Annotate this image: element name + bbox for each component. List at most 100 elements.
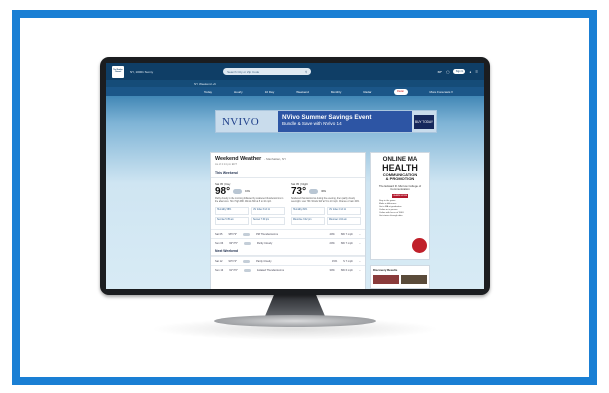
user-icon[interactable]: ● [469, 70, 471, 74]
forecast-row[interactable]: Sun 13 91°/76° Isolated Thunderstorms 30… [211, 265, 365, 274]
day-column: Sat 05 | Day 98° 10% Partly cloudy in the… [215, 182, 285, 225]
card-title: Weekend Weather [215, 156, 262, 162]
ad-subline: Bundle & Save with NVivo 14 [282, 121, 342, 126]
sidebar-ad-line4: & PROMOTION [385, 176, 415, 182]
ad-buy-label: BUY TODAY [414, 119, 433, 124]
detail-cell: UV Index 0 of 11 [327, 207, 361, 215]
discovery-thumbnails [373, 275, 427, 284]
row-temp: 93°/75° [229, 241, 238, 245]
cloudy-night-icon [309, 189, 319, 194]
site-logo[interactable]: The Weather Channel [112, 65, 124, 78]
location-label[interactable]: NY, 10001 Sunny [130, 70, 153, 74]
ad-logo: NVIVO [222, 115, 259, 128]
chevron-down-icon[interactable]: ⌄ [359, 260, 361, 263]
nav-monthly[interactable]: Monthly [331, 90, 342, 94]
detail-cell: Humidity 58% [215, 207, 249, 215]
weekend-weather-card: Weekend Weather - Manhattan, NY As of 2:… [210, 152, 366, 289]
precip-chance: 40% [321, 190, 326, 193]
forecast-nav: Today Hourly 10 Day Weekend Monthly Rada… [106, 87, 484, 96]
search-placeholder: Search City or Zip Code [227, 69, 260, 74]
row-condition: Partly Cloudy [256, 241, 273, 245]
precip-chance: 10% [245, 190, 250, 193]
logo-text: The Weather Channel [113, 69, 123, 73]
discovery-thumbnail[interactable] [401, 275, 427, 284]
ad-copy: NVivo Summer Savings Event Bundle & Save… [278, 111, 412, 132]
sign-in-button[interactable]: Sign In [453, 69, 466, 74]
row-day: Sat 05 [215, 232, 223, 236]
forecast-row[interactable]: Sat 05 98°/73° PM Thunderstorms 40% SW 7… [211, 229, 365, 238]
section-this-weekend: This Weekend [211, 167, 365, 178]
monitor-screen: The Weather Channel NY, 10001 Sunny Sear… [106, 63, 484, 289]
search-icon[interactable]: ⚲ [305, 70, 307, 74]
row-condition: Partly Cloudy [256, 259, 272, 263]
row-day: Sun 06 [215, 241, 224, 245]
detail-cell: Moonrise 3:42 pm [291, 217, 325, 225]
night-temp: 73° 40% [291, 186, 361, 197]
card-header: Weekend Weather - Manhattan, NY [211, 153, 365, 162]
row-precip: 30% [329, 268, 335, 272]
section-next-weekend: Next Weekend [211, 247, 365, 256]
sidebar-ad-college: The Edward R. Murrow College of Communic… [378, 183, 422, 192]
row-condition: PM Thunderstorms [256, 232, 279, 236]
chevron-down-icon[interactable]: ⌄ [359, 269, 361, 272]
nav-10-day[interactable]: 10 Day [265, 90, 275, 94]
forecast-row[interactable]: Sat 12 90°/74° Partly Cloudy 15% S 7 mph… [211, 256, 365, 265]
row-wind: SW 6 mph [340, 268, 353, 272]
night-detail-grid: Humidity 81% UV Index 0 of 11 Moonrise 3… [291, 207, 361, 225]
site-header: The Weather Channel NY, 10001 Sunny Sear… [106, 63, 484, 80]
menu-icon[interactable]: ☰ [475, 70, 478, 74]
night-description: Scattered thunderstorms during the eveni… [291, 198, 360, 203]
search-input[interactable]: Search City or Zip Code ⚲ [223, 68, 312, 75]
row-wind: SW 7 mph [340, 241, 353, 245]
day-temp: 98° 10% [215, 186, 285, 197]
radar-badge[interactable]: Radar [393, 88, 408, 95]
row-temp: 91°/76° [229, 268, 238, 272]
nav-more-forecasts[interactable]: More Forecasts ▾ [430, 90, 453, 94]
discovery-title: Discovery Results [373, 268, 398, 272]
row-temp: 90°/74° [228, 259, 238, 263]
chevron-down-icon[interactable]: ⌄ [359, 233, 361, 236]
row-condition: Isolated Thunderstorms [256, 268, 285, 272]
partly-cloudy-icon [243, 259, 251, 263]
partly-cloudy-icon [243, 241, 251, 245]
nav-radar[interactable]: Radar [363, 90, 371, 94]
sidebar-ad-bullets: Stay in the game Make a difference Get a… [371, 200, 429, 219]
detail-cell: UV Index 8 of 11 [251, 207, 285, 215]
radar-badge-label: Radar [396, 90, 405, 93]
partly-cloudy-icon [233, 189, 243, 194]
night-column: Sat 05 | Night 73° 40% Scattered thunders… [291, 182, 361, 225]
row-day: Sun 13 [215, 268, 224, 272]
chevron-down-icon[interactable]: ⌄ [359, 242, 361, 245]
detail-cell: Sunset 7:30 pm [251, 217, 285, 225]
discovery-thumbnail[interactable] [373, 275, 399, 284]
subbar-text[interactable]: NY Weekend +6 [194, 82, 216, 86]
row-wind: S 7 mph [343, 259, 353, 263]
nav-hourly[interactable]: Hourly [234, 90, 243, 94]
forecast-row[interactable]: Sun 06 93°/75° Partly Cloudy 20% SW 7 mp… [211, 238, 365, 247]
detail-cell: Humidity 81% [291, 207, 325, 215]
bullet-item: Get stories through data [379, 215, 403, 218]
row-day: Sat 12 [215, 259, 223, 263]
row-temp: 98°/73° [228, 232, 238, 236]
monitor: The Weather Channel NY, 10001 Sunny Sear… [100, 57, 490, 295]
header-controls: 68° ◯ Sign In ● ☰ [438, 69, 478, 74]
sidebar-ad-cta-label: LEARN MORE [392, 194, 408, 197]
nav-today[interactable]: Today [204, 90, 212, 94]
microphone-icon [412, 238, 427, 253]
day-temp-value: 98° [215, 186, 231, 197]
discovery-results: Discovery Results [370, 265, 430, 289]
temp-readout: 68° [437, 69, 443, 74]
thunderstorm-icon [243, 232, 251, 236]
ad-banner[interactable]: NVIVO NVivo Summer Savings Event Bundle … [215, 110, 437, 133]
monitor-stand-base [214, 315, 376, 327]
location-subbar: NY Weekend +6 [106, 80, 484, 87]
thunderstorm-icon [243, 268, 251, 272]
globe-icon[interactable]: ◯ [446, 70, 449, 74]
row-precip: 20% [329, 241, 335, 245]
ad-buy-button[interactable]: BUY TODAY [414, 114, 434, 129]
sidebar-ad[interactable]: ONLINE MA HEALTH COMMUNICATION & PROMOTI… [370, 152, 430, 260]
day-columns: Sat 05 | Day 98° 10% Partly cloudy in the… [211, 178, 365, 225]
night-temp-value: 73° [291, 186, 307, 197]
nav-weekend[interactable]: Weekend [296, 90, 309, 94]
sidebar-ad-cta[interactable]: LEARN MORE [392, 193, 408, 198]
